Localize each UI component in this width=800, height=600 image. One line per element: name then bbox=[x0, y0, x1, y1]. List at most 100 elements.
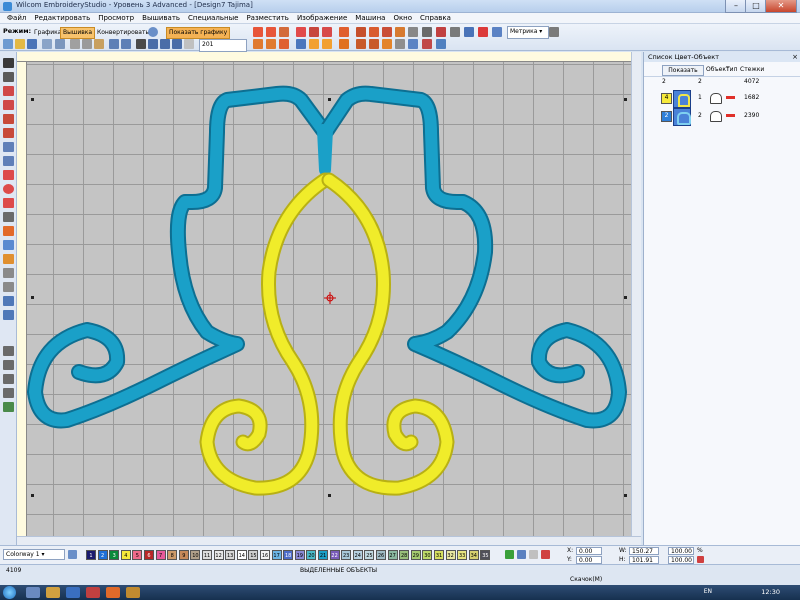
horizontal-scrollbar[interactable] bbox=[17, 536, 641, 545]
next-color-icon[interactable] bbox=[505, 550, 514, 559]
magnet-icon[interactable] bbox=[3, 198, 14, 208]
new-file-icon[interactable] bbox=[3, 39, 13, 49]
color-swatch[interactable]: 6 bbox=[144, 550, 154, 560]
travel-icon[interactable] bbox=[422, 39, 432, 49]
colorway-select[interactable]: Colorway 1 ▾ bbox=[3, 549, 65, 560]
fill-stitch-icon[interactable] bbox=[266, 27, 276, 37]
color-swatch[interactable]: 15 bbox=[248, 550, 259, 560]
color-swatch[interactable]: 11 bbox=[202, 550, 212, 560]
tatami-icon[interactable] bbox=[279, 27, 289, 37]
appliqué-tool-icon[interactable] bbox=[3, 240, 14, 250]
open-file-icon[interactable] bbox=[15, 39, 25, 49]
color-picker-icon[interactable] bbox=[541, 550, 550, 559]
knife-icon[interactable] bbox=[3, 282, 14, 292]
grid-icon[interactable] bbox=[450, 27, 460, 37]
panel-close-icon[interactable]: × bbox=[792, 52, 798, 62]
monogram-icon[interactable] bbox=[3, 226, 14, 236]
color-swatch[interactable]: 31 bbox=[434, 550, 444, 560]
minimize-button[interactable]: – bbox=[725, 0, 747, 13]
select-object-icon[interactable] bbox=[3, 58, 14, 68]
zoom-fit-icon[interactable] bbox=[172, 39, 182, 49]
lettering-tool-icon[interactable] bbox=[3, 212, 14, 222]
color-swatch[interactable]: 18 bbox=[283, 550, 294, 560]
group-icon[interactable] bbox=[3, 360, 14, 370]
menu-help[interactable]: Справка bbox=[416, 13, 455, 24]
list-item[interactable]: 2 2 2390 bbox=[644, 108, 800, 126]
taskbar-wilcom-icon[interactable] bbox=[126, 587, 140, 598]
color-swatch[interactable]: 19 bbox=[294, 550, 305, 560]
redo-icon[interactable] bbox=[121, 39, 131, 49]
menu-edit[interactable]: Редактировать bbox=[30, 13, 94, 24]
polygon-select-icon[interactable] bbox=[3, 72, 14, 82]
applique-icon[interactable] bbox=[382, 27, 392, 37]
reshape-icon[interactable] bbox=[296, 39, 306, 49]
blue-outline-object[interactable] bbox=[27, 85, 627, 429]
satin-icon[interactable] bbox=[296, 27, 306, 37]
color-select-icon[interactable] bbox=[529, 550, 538, 559]
x-field[interactable]: 0.00 bbox=[576, 547, 602, 555]
y-field[interactable]: 0.00 bbox=[576, 556, 602, 564]
language-indicator[interactable]: EN bbox=[704, 588, 712, 595]
satin-tool-icon[interactable] bbox=[3, 100, 14, 110]
menu-image[interactable]: Изображение bbox=[293, 13, 351, 24]
stitch-angle-icon[interactable] bbox=[356, 39, 366, 49]
taskbar-media-icon[interactable] bbox=[66, 587, 80, 598]
print-icon[interactable] bbox=[42, 39, 52, 49]
color-swatch[interactable]: 7 bbox=[155, 550, 166, 560]
menu-arrange[interactable]: Разместить bbox=[242, 13, 293, 24]
taskbar-folder-icon[interactable] bbox=[46, 587, 60, 598]
stitch-player-icon[interactable] bbox=[3, 402, 14, 412]
hide-icon[interactable] bbox=[3, 388, 14, 398]
thread-chart-icon[interactable] bbox=[517, 550, 526, 559]
menu-machine[interactable]: Машина bbox=[351, 13, 389, 24]
convert-mode-button[interactable]: Конвертировать bbox=[94, 27, 152, 39]
lettering-icon[interactable] bbox=[339, 27, 349, 37]
color-swatch[interactable]: 22 bbox=[329, 550, 340, 560]
yellow-object[interactable] bbox=[199, 172, 455, 496]
branch-icon[interactable] bbox=[309, 39, 319, 49]
curve-tool-icon[interactable] bbox=[3, 156, 14, 166]
hand-icon[interactable] bbox=[184, 39, 194, 49]
color-swatch[interactable]: 16 bbox=[260, 550, 270, 560]
taskbar-app-icon[interactable] bbox=[86, 587, 100, 598]
maximize-button[interactable]: □ bbox=[745, 0, 767, 13]
menu-stitch[interactable]: Вышивать bbox=[138, 13, 184, 24]
stitch-edit-icon[interactable] bbox=[3, 86, 14, 96]
show-graphics-button[interactable]: Показать графику bbox=[166, 27, 231, 39]
underlay-icon[interactable] bbox=[382, 39, 392, 49]
color-swatch[interactable]: 3 bbox=[109, 550, 120, 560]
color-swatch[interactable]: 12 bbox=[213, 550, 224, 560]
h-percent-field[interactable]: 100.00 bbox=[668, 556, 694, 564]
w-percent-field[interactable]: 100.00 bbox=[668, 547, 694, 555]
taskbar-explorer-icon[interactable] bbox=[26, 587, 40, 598]
film-icon[interactable] bbox=[422, 27, 432, 37]
zoom-out-icon[interactable] bbox=[160, 39, 170, 49]
properties-icon[interactable] bbox=[408, 39, 418, 49]
color-swatch[interactable]: 29 bbox=[410, 550, 421, 560]
embroidery-mode-button[interactable]: Вышивка bbox=[60, 27, 96, 39]
slow-redraw-icon[interactable] bbox=[436, 39, 446, 49]
mirror-icon[interactable] bbox=[3, 310, 14, 320]
color-swatch[interactable]: 21 bbox=[318, 550, 328, 560]
menu-file[interactable]: Файл bbox=[3, 13, 30, 24]
color-swatch[interactable]: 30 bbox=[422, 550, 433, 560]
cut-icon[interactable] bbox=[70, 39, 80, 49]
menu-special[interactable]: Специальные bbox=[184, 13, 242, 24]
weld-icon[interactable] bbox=[322, 39, 332, 49]
close-button[interactable]: ✕ bbox=[765, 0, 797, 13]
color-swatch[interactable]: 28 bbox=[399, 550, 410, 560]
design-canvas[interactable] bbox=[27, 62, 631, 536]
color-swatch[interactable]: 5 bbox=[132, 550, 143, 560]
clock[interactable]: 12:30 bbox=[761, 588, 780, 596]
copy-icon[interactable] bbox=[82, 39, 92, 49]
print-preview-icon[interactable] bbox=[55, 39, 65, 49]
pull-comp-icon[interactable] bbox=[369, 39, 379, 49]
start-button-icon[interactable] bbox=[3, 586, 16, 599]
vertical-scrollbar[interactable] bbox=[631, 52, 641, 536]
color-swatch[interactable]: 20 bbox=[306, 550, 317, 560]
color-swatch[interactable]: 14 bbox=[236, 550, 247, 560]
list-item[interactable]: 4 1 1682 bbox=[644, 90, 800, 108]
complex-fill-icon[interactable] bbox=[3, 170, 14, 180]
pattern-icon[interactable] bbox=[322, 27, 332, 37]
lock-icon[interactable] bbox=[3, 374, 14, 384]
